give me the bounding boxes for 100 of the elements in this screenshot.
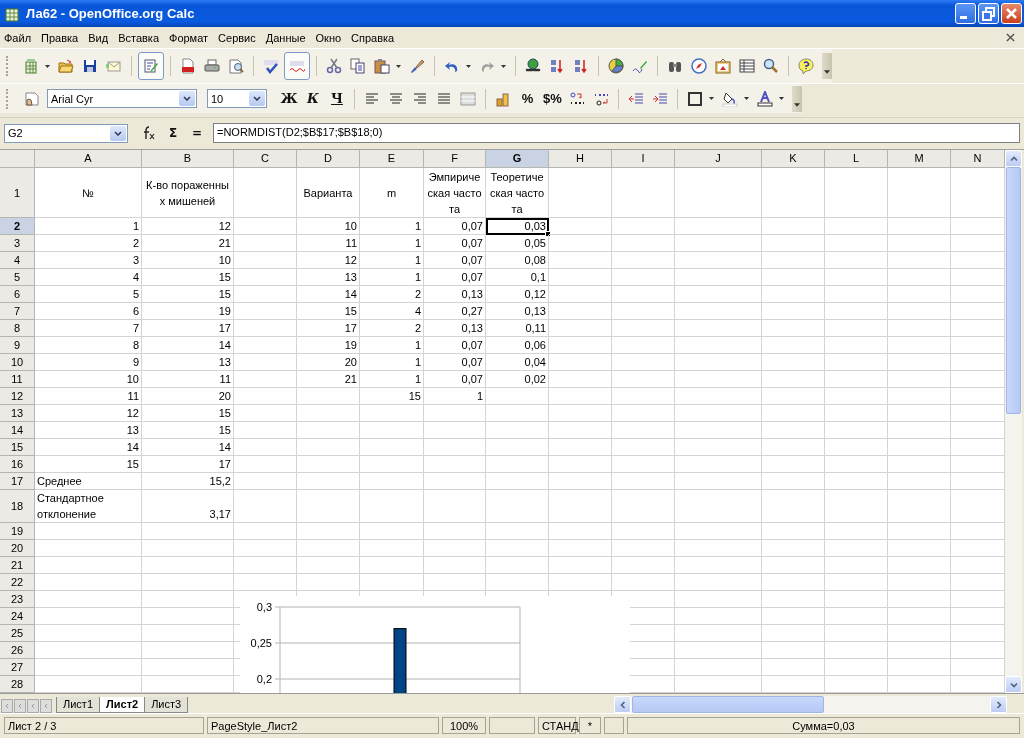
text-style-button[interactable]: К [301,87,325,110]
column-header[interactable]: L [825,150,888,168]
column-header[interactable]: C [234,150,297,168]
table-cell [888,168,951,218]
caret-icon[interactable] [45,64,50,68]
text-style-button[interactable]: Ж [277,87,301,110]
column-header[interactable]: H [549,150,612,168]
menu-item[interactable]: Правка [41,31,79,44]
table-cell [360,490,424,523]
restore-button[interactable] [978,3,999,24]
row-header[interactable]: 5 [0,269,35,286]
caret-icon[interactable] [396,64,401,68]
row-header[interactable]: 19 [0,523,35,540]
formula-input[interactable]: =NORMDIST(D2;$B$17;$B$18;0) [213,123,1020,143]
table-cell: 9 [35,354,142,371]
number-format-button[interactable]: $% [540,87,565,110]
toolbar-overflow-button[interactable] [822,53,832,79]
close-icon[interactable] [1006,33,1015,42]
row-header[interactable]: 27 [0,659,35,676]
row-header[interactable]: 23 [0,591,35,608]
restore-icon [982,6,995,21]
table-cell: 1 [360,337,424,354]
number-format-button[interactable]: % [515,87,540,110]
caret-icon[interactable] [709,97,714,100]
row-header[interactable]: 4 [0,252,35,269]
caret-icon[interactable] [744,97,749,100]
fill-handle[interactable] [545,231,551,237]
table-cell [888,252,951,269]
text-style-button[interactable]: Ч [325,87,349,110]
menu-item[interactable]: Справка [351,31,395,44]
caret-icon[interactable] [466,64,471,68]
row-header[interactable]: 13 [0,405,35,422]
table-cell [297,540,360,557]
table-cell [549,557,612,574]
menu-item[interactable]: Файл [4,31,32,44]
sheet-tab[interactable]: Лист2 [99,697,146,713]
row-header[interactable]: 17 [0,473,35,490]
sheet-tab[interactable]: Лист1 [56,697,101,713]
row-header[interactable]: 22 [0,574,35,591]
row-header[interactable]: 20 [0,540,35,557]
row-header[interactable]: 21 [0,557,35,574]
row-header[interactable]: 9 [0,337,35,354]
table-cell [762,337,825,354]
row-header[interactable]: 28 [0,676,35,693]
row-header[interactable]: 7 [0,303,35,320]
table-cell: 2 [35,235,142,252]
row-header[interactable]: 2 [0,218,35,235]
row-header[interactable]: 11 [0,371,35,388]
caret-icon[interactable] [779,97,784,100]
menu-item[interactable]: Вставка [118,31,159,44]
toolbar-overflow-button[interactable] [792,85,802,112]
horizontal-scrollbar[interactable] [614,696,1007,713]
row-header[interactable]: 1 [0,168,35,218]
edit-pencil-icon[interactable] [138,52,164,80]
row-header[interactable]: 8 [0,320,35,337]
column-header[interactable]: G [486,150,549,168]
column-header[interactable]: K [762,150,825,168]
column-header[interactable]: F [424,150,486,168]
menu-item[interactable]: Вид [88,31,109,44]
menu-item[interactable]: Окно [315,31,342,44]
row-header[interactable]: 15 [0,439,35,456]
menu-item[interactable]: Сервис [218,31,256,44]
table-cell [612,354,675,371]
column-header[interactable]: D [297,150,360,168]
formula-button[interactable]: Σ [161,122,185,144]
row-header[interactable]: 16 [0,456,35,473]
table-cell [762,625,825,642]
column-header[interactable]: M [888,150,951,168]
close-button[interactable] [1001,3,1022,24]
table-cell: 1 [360,371,424,388]
row-header[interactable]: 3 [0,235,35,252]
row-header[interactable]: 10 [0,354,35,371]
column-header[interactable]: E [360,150,424,168]
row-header[interactable]: 25 [0,625,35,642]
table-cell [612,388,675,405]
column-header[interactable]: B [142,150,234,168]
menu-item[interactable]: Формат [169,31,209,44]
menu-item[interactable]: Данные [265,31,306,44]
autospell-icon[interactable] [284,52,310,80]
row-header[interactable]: 14 [0,422,35,439]
row-header[interactable]: 12 [0,388,35,405]
column-header[interactable]: I [612,150,675,168]
vertical-scrollbar[interactable] [1005,150,1022,693]
row-header[interactable]: 26 [0,642,35,659]
row-header[interactable]: 6 [0,286,35,303]
column-header[interactable]: A [35,150,142,168]
table-cell [549,388,612,405]
column-header[interactable]: J [675,150,762,168]
font-size-field[interactable]: 10 [207,89,267,108]
font-name-field[interactable]: Arial Cyr [47,89,197,108]
row-header[interactable]: 18 [0,490,35,523]
row-header[interactable]: 24 [0,608,35,625]
formula-button[interactable]: = [185,122,209,144]
name-box[interactable]: G2 [4,123,128,143]
table-cell [762,388,825,405]
minimize-button[interactable] [955,3,976,24]
column-header[interactable]: N [951,150,1005,168]
caret-icon[interactable] [501,64,506,68]
sheet-tab[interactable]: Лист3 [144,697,189,713]
table-cell: К-во пораженных мишеней [142,168,234,218]
